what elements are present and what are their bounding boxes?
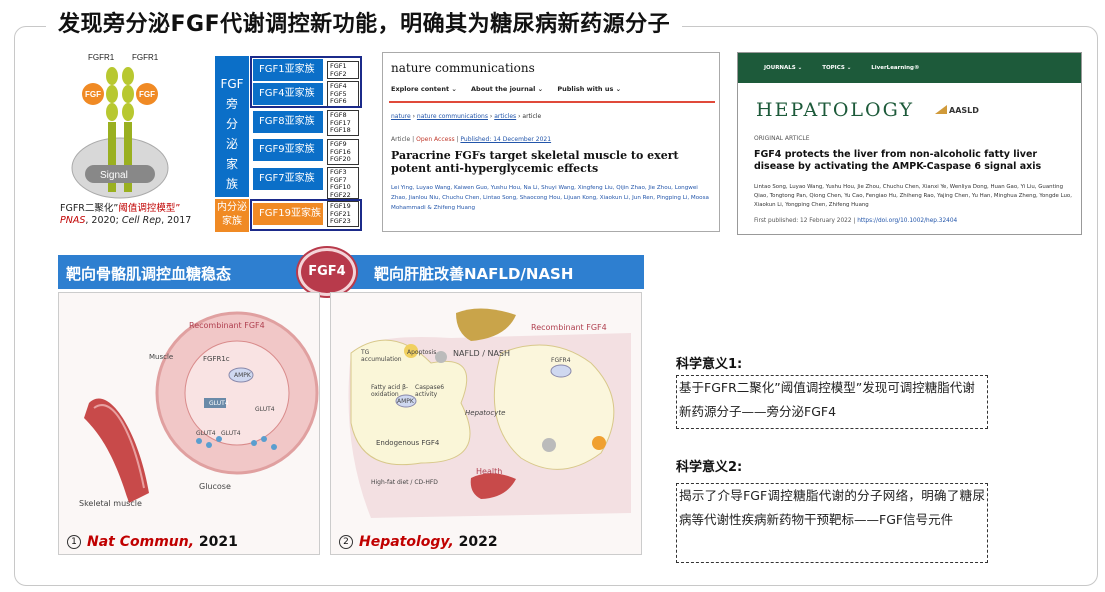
model-caption: FGFR二聚化”阈值调控模型”: [60, 203, 181, 214]
glut4-label: GLUT4: [209, 400, 229, 407]
banner-right-text: 靶向肝脏改善NAFLD/NASH: [374, 265, 574, 283]
receptor-domains: [106, 67, 134, 121]
nav-topics[interactable]: TOPICS ⌄: [822, 65, 851, 71]
fgfr4-label: FGFR4: [551, 357, 571, 364]
significance-1-text: 基于FGFR二聚化”阈值调控模型”发现可调控糖脂代谢新药源分子——旁分泌FGF4: [676, 375, 988, 429]
muscle-mechanism-panel: Recombinant FGF4 Muscle FGFR1c AMPK GLUT…: [58, 292, 320, 555]
paracrine-family-label: FGF 旁 分 泌 家 族: [215, 56, 249, 197]
subfamily-members: FGF8 FGF17 FGF18: [327, 110, 359, 136]
ampk-label: AMPK: [234, 372, 251, 379]
fgfr-left-label: FGFR1: [88, 53, 115, 62]
nav-journals[interactable]: JOURNALS ⌄: [764, 65, 802, 71]
hepatocyte-label: Hepatocyte: [465, 409, 506, 417]
article-meta: Article | Open Access | Published: 14 De…: [391, 136, 552, 143]
breadcrumb: nature › nature communications › article…: [391, 113, 542, 120]
endocrine-family-label: 内分泌家族: [215, 199, 249, 232]
journal-brand: nature communications: [391, 61, 535, 75]
nav-explore[interactable]: Explore content ⌄: [391, 85, 457, 93]
citation-2: 2 Hepatology, 2022: [339, 534, 498, 550]
article-title: Paracrine FGFs target skeletal muscle to…: [391, 149, 679, 175]
recombinant-fgf4-label: Recombinant FGF4: [531, 323, 607, 332]
fatty-acid-oxidation-label: Fatty acid β-oxidation: [371, 384, 409, 398]
nafld-nash-label: NAFLD / NASH: [453, 349, 511, 358]
significance-2-text: 揭示了介导FGF调控糖脂代谢的分子网络，明确了糖尿病等代谢性疾病新药物干预靶标—…: [676, 483, 988, 563]
svg-text:FGF: FGF: [139, 90, 155, 99]
nature-communications-article: nature communications Explore content ⌄ …: [382, 52, 720, 232]
highlight-box-fgf19: [250, 199, 362, 231]
significance-2-heading: 科学意义2:: [676, 460, 743, 475]
hepatology-article: JOURNALS ⌄ TOPICS ⌄ LiverLearning® HEPAT…: [737, 52, 1082, 235]
significance-1-heading: 科学意义1:: [676, 357, 743, 372]
subfamily-members: FGF3 FGF7 FGF10 FGF22: [327, 167, 359, 199]
journal-logo: HEPATOLOGY: [756, 99, 914, 121]
fgf4-badge: FGF4: [298, 248, 356, 296]
journal-nav: JOURNALS ⌄ TOPICS ⌄ LiverLearning®: [738, 53, 1081, 83]
subfamily-members: FGF9 FGF16 FGF20: [327, 139, 359, 165]
article-title: FGF4 protects the liver from non-alcohol…: [754, 149, 1042, 172]
accent-rule: [389, 101, 715, 103]
article-type: ORIGINAL ARTICLE: [754, 135, 810, 142]
glut4-label: GLUT4: [196, 430, 216, 437]
fgfr-right-label: FGFR1: [132, 53, 159, 62]
glut4-label: GLUT4: [221, 430, 241, 437]
glucose-label: Glucose: [199, 482, 231, 491]
tg-accumulation-label: TG accumulation: [361, 349, 402, 363]
aasld-logo: AASLD: [935, 105, 979, 115]
citation-1: 1 Nat Commun, 2021: [67, 534, 238, 550]
publication-info: First published: 12 February 2022 | http…: [754, 218, 958, 224]
fgfr1c-label: FGFR1c: [203, 355, 230, 363]
subfamily-fgf9: FGF9亚家族: [253, 139, 323, 161]
skeletal-muscle-label: Skeletal muscle: [79, 499, 142, 508]
highlight-box-fgf1-fgf4: [250, 56, 362, 108]
title-wrap: 发现旁分泌FGF代谢调控新功能，明确其为糖尿病新药源分子: [46, 6, 683, 38]
caspase6-activity-label: Caspase6 activity: [415, 384, 445, 398]
subfamily-fgf7: FGF7亚家族: [253, 168, 323, 190]
nav-publish[interactable]: Publish with us ⌄: [557, 85, 621, 93]
subfamily-fgf8: FGF8亚家族: [253, 111, 323, 133]
doi-link[interactable]: https://doi.org/10.1002/hep.32404: [857, 218, 957, 224]
nav-about[interactable]: About the journal ⌄: [471, 85, 543, 93]
health-label: Health: [476, 467, 503, 476]
ampk-label: AMPK: [397, 398, 414, 405]
fgf-family-table: FGF 旁 分 泌 家 族 内分泌家族 FGF1亚家族 FGF1 FGF2 FG…: [215, 56, 363, 232]
nav-liverlearning[interactable]: LiverLearning®: [871, 65, 919, 71]
banner-left-text: 靶向骨骼肌调控血糖稳态: [66, 265, 232, 283]
page-title: 发现旁分泌FGF代谢调控新功能，明确其为糖尿病新药源分子: [58, 12, 671, 37]
liver-mechanism-panel: Recombinant FGF4 NAFLD / NASH TG accumul…: [330, 292, 642, 555]
svg-text:FGF: FGF: [85, 90, 101, 99]
model-references: PNAS, 2020; Cell Rep, 2017: [60, 215, 192, 226]
author-list: Lei Ying, Luyao Wang, Kaiwen Guo, Yushu …: [391, 185, 709, 211]
diet-label: High-fat diet / CD-HFD: [371, 479, 438, 486]
journal-nav: Explore content ⌄ About the journal ⌄ Pu…: [391, 85, 633, 93]
recombinant-fgf4-label: Recombinant FGF4: [189, 321, 265, 330]
endogenous-fgf4-label: Endogenous FGF4: [376, 439, 440, 447]
glut4-label: GLUT4: [255, 406, 275, 413]
muscle-label: Muscle: [149, 353, 174, 361]
apoptosis-label: Apoptosis: [407, 349, 437, 356]
author-list: Lintao Song, Luyao Wang, Yushu Hou, Jie …: [754, 184, 1072, 208]
signal-label: Signal: [100, 170, 128, 181]
